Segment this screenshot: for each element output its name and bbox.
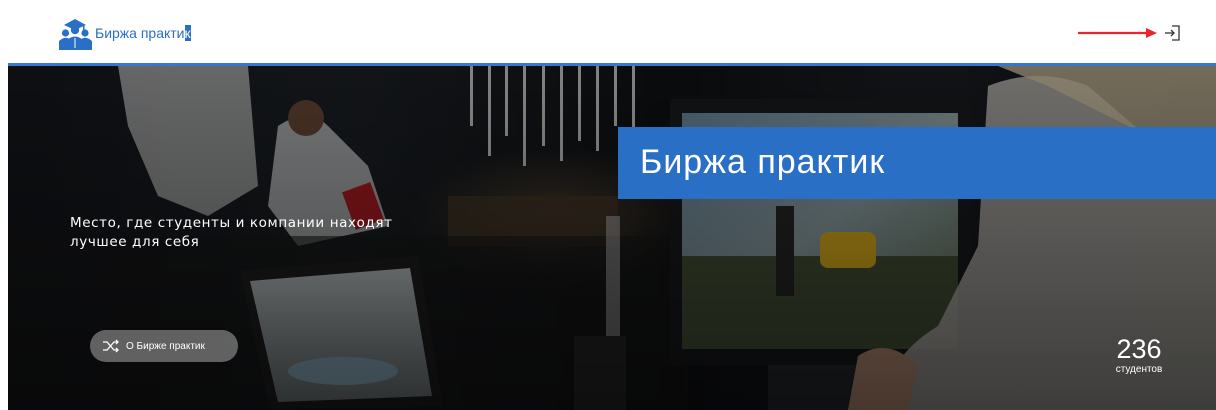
hero-tagline-line-2: лучшее для себя xyxy=(70,234,200,250)
header: Биржа практик xyxy=(0,0,1216,66)
logo-text: Биржа практик xyxy=(95,25,191,41)
shuffle-icon xyxy=(103,339,119,353)
about-button-label: О Бирже практик xyxy=(126,340,205,352)
students-stat: 236 студентов xyxy=(1108,334,1170,376)
hero-tagline: Место, где студенты и компании находят л… xyxy=(70,214,500,252)
hero-title-box: Биржа практик xyxy=(618,127,1216,199)
login-icon[interactable] xyxy=(1162,22,1184,44)
logo-text-selected: к xyxy=(184,25,191,41)
students-count: 236 xyxy=(1116,334,1162,364)
logo[interactable]: Биржа практик xyxy=(58,16,191,50)
students-label: студентов xyxy=(1115,364,1163,375)
hero-title: Биржа практик xyxy=(640,143,886,181)
hero-tagline-line-1: Место, где студенты и компании находят xyxy=(70,215,393,231)
about-button[interactable]: О Бирже практик xyxy=(90,330,238,362)
logo-text-main: Биржа практи xyxy=(95,25,185,41)
red-arrow-annotation xyxy=(1078,28,1157,38)
people-logo-icon xyxy=(59,19,92,50)
hero-banner: Биржа практик Место, где студенты и комп… xyxy=(8,66,1216,410)
